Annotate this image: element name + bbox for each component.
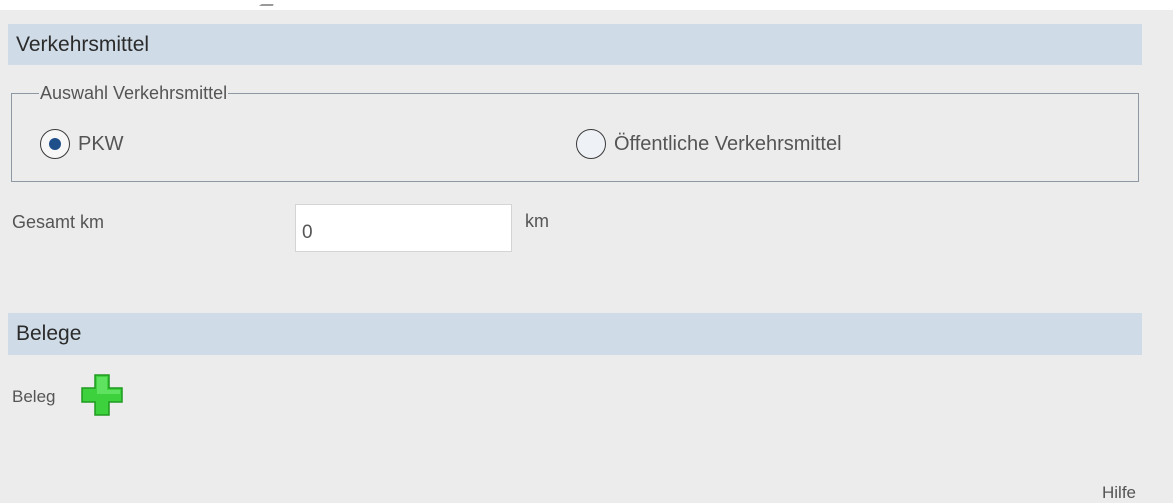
transport-selection-group: Auswahl Verkehrsmittel PKW Öffentliche V… — [11, 84, 1139, 182]
section-header-verkehrsmittel: Verkehrsmittel — [8, 24, 1142, 65]
help-link[interactable]: Hilfe — [1102, 483, 1136, 503]
section-title: Belege — [16, 322, 82, 345]
plus-icon[interactable] — [80, 373, 124, 417]
radio-label-public-transport: Öffentliche Verkehrsmittel — [614, 132, 842, 155]
radio-label-pkw: PKW — [78, 132, 124, 155]
partial-glyph — [258, 0, 276, 6]
radio-option-pkw[interactable]: PKW — [40, 129, 124, 159]
top-strip — [0, 0, 1173, 10]
radio-unchecked-icon[interactable] — [576, 129, 606, 159]
section-header-belege: Belege — [8, 313, 1142, 355]
add-receipt-button[interactable] — [80, 373, 124, 417]
km-unit-label: km — [525, 211, 549, 231]
receipt-label: Beleg — [12, 387, 56, 406]
total-km-label: Gesamt km — [12, 212, 105, 232]
section-title: Verkehrsmittel — [16, 32, 150, 56]
total-km-input[interactable] — [295, 204, 512, 252]
radio-option-public-transport[interactable]: Öffentliche Verkehrsmittel — [576, 129, 842, 159]
radio-checked-icon[interactable] — [40, 129, 70, 159]
group-legend: Auswahl Verkehrsmittel — [40, 83, 228, 103]
